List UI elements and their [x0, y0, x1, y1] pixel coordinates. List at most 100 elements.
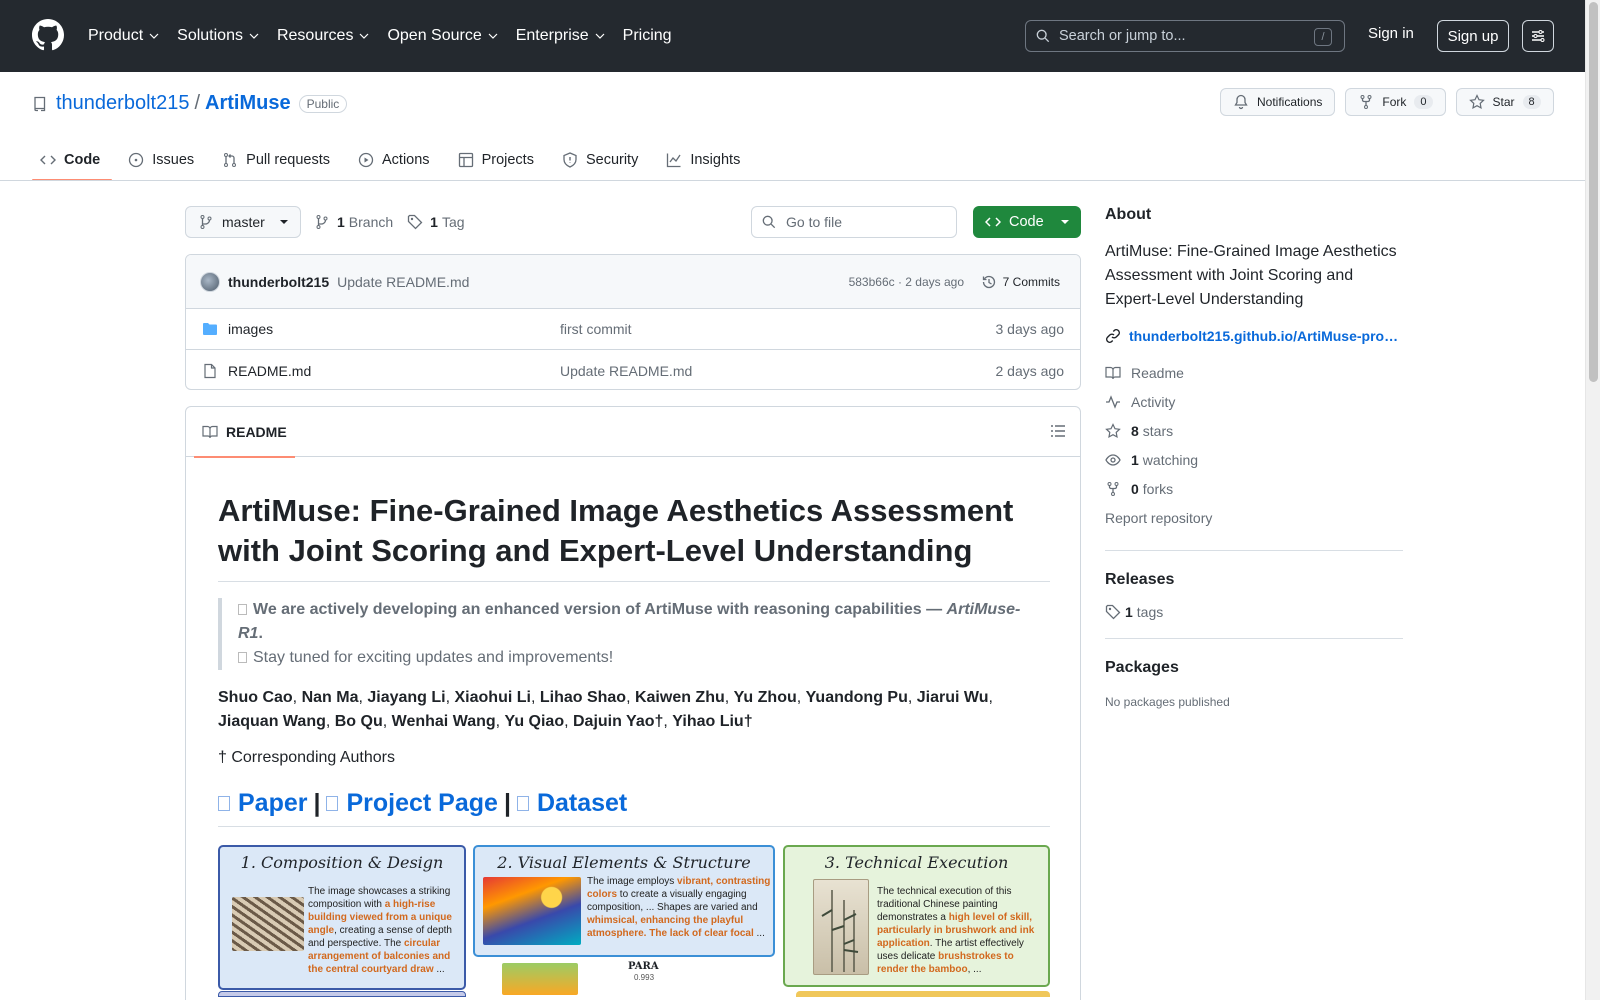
commits-count: 7 Commits	[1002, 274, 1060, 289]
overview-figure: 1. Composition & Design The image showca…	[218, 835, 1050, 997]
para-value: 0.993	[634, 973, 655, 982]
branches-link[interactable]: 1 Branch	[314, 214, 393, 230]
dataset-link[interactable]: Dataset	[516, 789, 627, 817]
file-row[interactable]: README.md Update README.md 2 days ago	[186, 350, 1080, 389]
link-separator: |	[313, 789, 321, 817]
bamboo-drawing	[821, 890, 859, 972]
stars-link[interactable]: 8 stars	[1105, 416, 1403, 445]
readme-link[interactable]: Readme	[1105, 358, 1403, 387]
report-repository-link[interactable]: Report repository	[1105, 503, 1403, 532]
author-name: Wenhai Wang	[391, 713, 496, 730]
avatar[interactable]	[200, 271, 220, 292]
tag-label: Tag	[441, 214, 465, 230]
tab-projects[interactable]: Projects	[450, 140, 546, 180]
tag-icon	[1105, 604, 1121, 620]
sign-in-link[interactable]: Sign in	[1368, 25, 1414, 42]
global-nav: Product Solutions Resources Open Source …	[88, 0, 690, 72]
nav-product-label: Product	[88, 27, 144, 44]
panel-text-segment: The image employs	[587, 876, 678, 887]
tab-pull-requests[interactable]: Pull requests	[214, 140, 342, 180]
repo-owner-link[interactable]: thunderbolt215	[56, 92, 189, 115]
chevron-down-icon	[595, 33, 605, 39]
nav-pricing[interactable]: Pricing	[623, 27, 672, 45]
search-icon	[762, 215, 776, 229]
tab-insights[interactable]: Insights	[658, 140, 752, 180]
go-to-file-input[interactable]: Go to file	[751, 206, 957, 238]
author-name: Yuandong Pu	[805, 689, 908, 706]
forks-count: 0	[1131, 480, 1139, 497]
readme-tab-label: README	[226, 424, 287, 440]
fork-icon	[1107, 481, 1119, 496]
shield-icon	[563, 152, 577, 168]
tags-link[interactable]: 1 Tag	[407, 214, 465, 230]
nav-enterprise[interactable]: Enterprise	[516, 27, 605, 45]
para-label: PARA	[628, 961, 659, 972]
file-name-link[interactable]: README.md	[228, 363, 560, 379]
file-name-link[interactable]: images	[228, 321, 560, 337]
nav-resources[interactable]: Resources	[277, 27, 369, 45]
commits-history-link[interactable]: 7 Commits	[981, 274, 1060, 290]
sign-up-button[interactable]: Sign up	[1437, 20, 1509, 52]
branch-selector[interactable]: master	[185, 206, 301, 238]
file-row[interactable]: images first commit 3 days ago	[186, 309, 1080, 350]
paper-link[interactable]: Paper	[218, 789, 307, 817]
fork-label: Fork	[1382, 95, 1407, 109]
tag-icon	[408, 214, 423, 230]
activity-link[interactable]: Activity	[1105, 387, 1403, 416]
repo-name-link[interactable]: ArtiMuse	[205, 92, 291, 115]
tab-code[interactable]: Code	[32, 140, 113, 181]
forks-label: forks	[1142, 480, 1174, 497]
tab-issues-label: Issues	[152, 152, 195, 168]
search-icon	[1036, 29, 1050, 43]
page-scrollbar[interactable]	[1585, 0, 1600, 1000]
nav-open-source[interactable]: Open Source	[387, 27, 498, 45]
nav-enterprise-label: Enterprise	[515, 27, 589, 44]
list-outline-icon[interactable]	[1050, 423, 1066, 439]
website-link[interactable]: thunderbolt215.github.io/ArtiMuse-pro…	[1105, 328, 1403, 344]
readme-tab[interactable]: README	[194, 407, 295, 458]
forks-link[interactable]: 0 forks	[1105, 474, 1403, 503]
file-commit-message[interactable]: Update README.md	[560, 363, 692, 379]
eye-icon	[1105, 453, 1121, 466]
tab-security[interactable]: Security	[554, 140, 650, 180]
project-page-link[interactable]: Project Page	[326, 789, 498, 817]
star-button[interactable]: Star 8	[1455, 88, 1554, 116]
menu-button[interactable]	[1522, 20, 1554, 52]
code-dropdown-button[interactable]: Code	[973, 206, 1081, 238]
tags-link[interactable]: 1 tags	[1105, 604, 1403, 620]
branch-icon	[316, 215, 328, 229]
about-heading: About	[1105, 206, 1152, 223]
repo-sidebar: About ArtiMuse: Fine-Grained Image Aesth…	[1105, 206, 1403, 709]
releases-heading[interactable]: Releases	[1105, 571, 1403, 589]
tab-actions[interactable]: Actions	[350, 140, 442, 180]
nav-solutions[interactable]: Solutions	[177, 27, 259, 45]
commit-author-link[interactable]: thunderbolt215	[228, 274, 329, 290]
file-commit-message[interactable]: first commit	[560, 321, 632, 337]
file-icon	[204, 363, 216, 378]
packages-heading[interactable]: Packages	[1105, 659, 1403, 677]
author-name: Yu Zhou	[733, 689, 797, 706]
commit-meta[interactable]: 583b66c · 2 days ago	[849, 275, 964, 289]
readme-body: ArtiMuse: Fine-Grained Image Aesthetics …	[186, 491, 1080, 997]
emoji-placeholder-icon	[238, 652, 247, 663]
tags-label: tags	[1136, 604, 1164, 620]
scrollbar-thumb[interactable]	[1589, 2, 1598, 382]
watchers-link[interactable]: 1 watching	[1105, 445, 1403, 474]
github-logo-icon[interactable]	[32, 19, 64, 51]
notifications-button[interactable]: Notifications	[1220, 88, 1336, 116]
table-icon	[458, 152, 473, 168]
nav-product[interactable]: Product	[88, 27, 159, 45]
commit-message-link[interactable]: Update README.md	[337, 274, 469, 290]
bell-icon	[1234, 94, 1248, 110]
project-page-link-label: Project Page	[346, 789, 498, 817]
book-icon	[202, 425, 218, 439]
tab-issues[interactable]: Issues	[120, 140, 206, 180]
figure-panel-visual-elements: 2. Visual Elements & Structure The image…	[473, 845, 775, 957]
fork-icon	[1360, 95, 1372, 109]
sliders-icon	[1532, 30, 1545, 42]
colorful-painting-image	[483, 877, 581, 945]
fork-button[interactable]: Fork 0	[1345, 88, 1446, 116]
global-search-input[interactable]: Search or jump to... /	[1025, 20, 1345, 52]
search-shortcut-key: /	[1314, 28, 1332, 46]
readme-panel: README ArtiMuse: Fine-Grained Image Aest…	[185, 406, 1081, 1000]
